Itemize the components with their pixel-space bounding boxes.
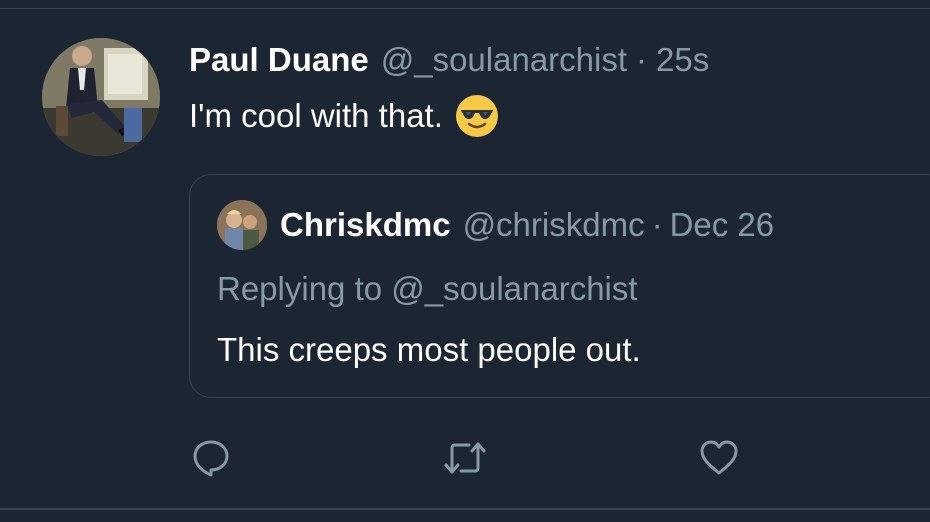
quoted-author-name[interactable]: Chriskdmc <box>280 206 451 244</box>
quoted-tweet-header: Chriskdmc @chriskdmc · Dec 26 <box>280 206 774 244</box>
bottom-divider <box>0 508 930 510</box>
like-button[interactable] <box>697 438 741 482</box>
tweet-text: I'm cool with that. <box>189 97 443 134</box>
heart-icon <box>699 438 739 483</box>
author-name[interactable]: Paul Duane <box>189 41 369 79</box>
author-avatar[interactable] <box>42 38 160 156</box>
author-handle[interactable]: @_soulanarchist <box>381 41 627 79</box>
reply-icon <box>191 438 231 483</box>
retweet-button[interactable] <box>443 438 487 482</box>
tweet-body: I'm cool with that. <box>189 94 499 138</box>
tweet-timestamp[interactable]: 25s <box>656 41 709 79</box>
separator-dot: · <box>651 206 663 243</box>
top-divider <box>0 8 930 9</box>
tweet-header: Paul Duane @_soulanarchist · 25s <box>189 41 709 81</box>
smiling-face-with-sunglasses-icon <box>455 94 499 138</box>
retweet-icon <box>443 438 487 483</box>
replying-to-label: Replying to @_soulanarchist <box>217 270 638 307</box>
quoted-tweet-text: This creeps most people out. <box>217 331 641 368</box>
quoted-tweet-date[interactable]: Dec 26 <box>670 206 775 244</box>
reply-button[interactable] <box>189 438 233 482</box>
tweet-view: Paul Duane @_soulanarchist · 25s I'm coo… <box>0 0 930 522</box>
quoted-author-avatar[interactable] <box>217 200 267 250</box>
separator-dot: · <box>636 41 648 78</box>
quoted-tweet-card[interactable]: Chriskdmc @chriskdmc · Dec 26 Replying t… <box>189 174 930 398</box>
quoted-author-handle[interactable]: @chriskdmc <box>463 206 645 244</box>
